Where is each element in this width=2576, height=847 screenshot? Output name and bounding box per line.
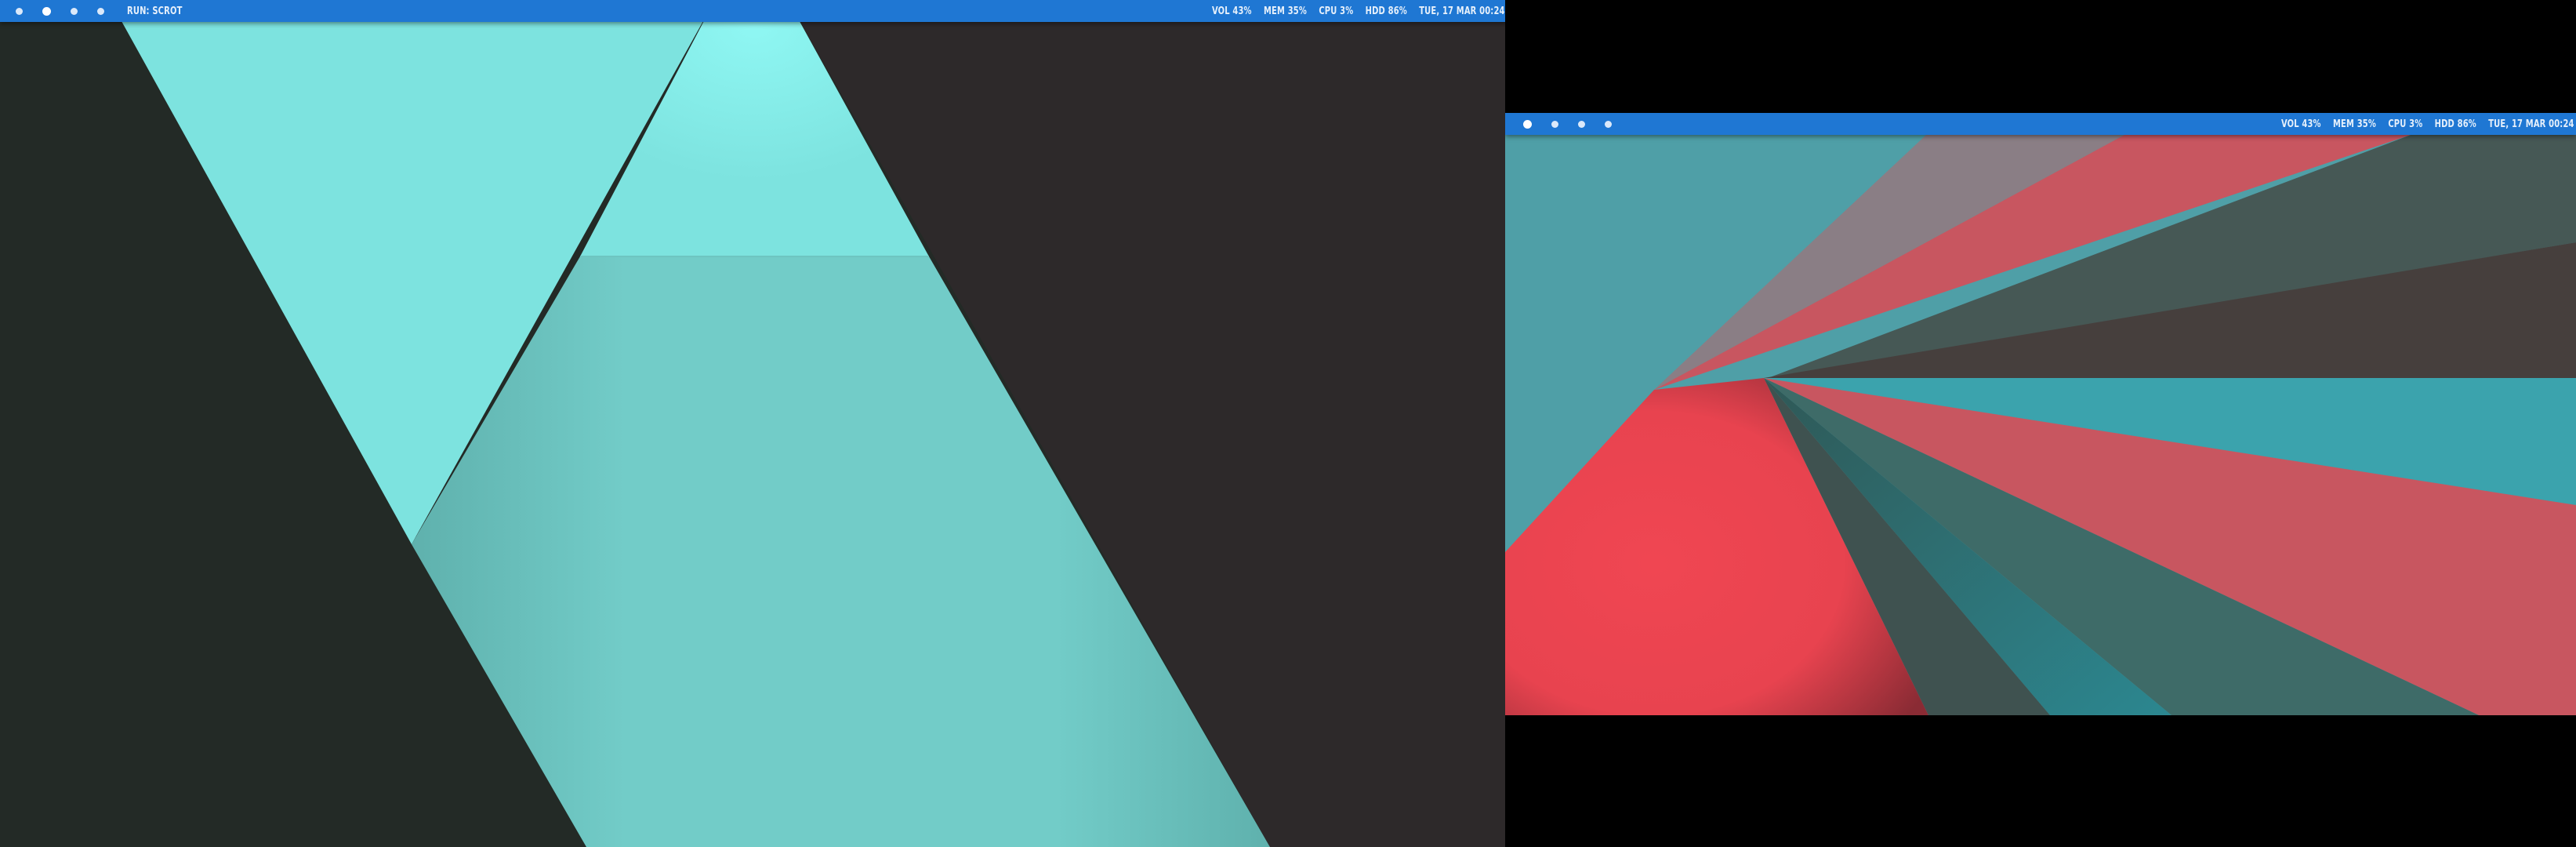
workspace-1-button[interactable] (1523, 119, 1532, 129)
right-wallpaper (1505, 113, 2576, 715)
left-wallpaper (0, 0, 1505, 847)
workspace-1-button[interactable] (16, 7, 23, 15)
workspace-2-button[interactable] (42, 6, 51, 16)
system-stats: VOL 43% MEM 35% CPU 3% HDD 86% TUE, 17 M… (2269, 113, 2574, 135)
volume-indicator[interactable]: VOL 43% (1212, 5, 1252, 17)
clock[interactable]: TUE, 17 MAR 00:24 (1420, 5, 1505, 17)
workspace-3-button[interactable] (1578, 120, 1585, 128)
workspace-4-button[interactable] (1605, 120, 1612, 128)
workspace-2-button[interactable] (1551, 120, 1558, 128)
right-screen: VOL 43% MEM 35% CPU 3% HDD 86% TUE, 17 M… (1505, 113, 2576, 715)
workspace-switcher (1523, 119, 1631, 129)
memory-indicator: MEM 35% (1264, 5, 1308, 17)
memory-indicator: MEM 35% (2333, 118, 2377, 130)
workspace-switcher (16, 6, 124, 16)
clock[interactable]: TUE, 17 MAR 00:24 (2489, 118, 2574, 130)
system-stats: VOL 43% MEM 35% CPU 3% HDD 86% TUE, 17 M… (1200, 0, 1505, 22)
cpu-indicator: CPU 3% (1319, 5, 1354, 17)
workspace-3-button[interactable] (71, 7, 78, 15)
left-status-bar: RUN: SCROT VOL 43% MEM 35% CPU 3% HDD 86… (0, 0, 1505, 22)
run-command-label: RUN: SCROT (127, 5, 183, 17)
workspace-4-button[interactable] (97, 7, 104, 15)
cpu-indicator: CPU 3% (2388, 118, 2423, 130)
disk-indicator: HDD 86% (2434, 118, 2477, 130)
left-screen: RUN: SCROT VOL 43% MEM 35% CPU 3% HDD 86… (0, 0, 1505, 847)
disk-indicator: HDD 86% (1365, 5, 1408, 17)
volume-indicator[interactable]: VOL 43% (2281, 118, 2321, 130)
right-status-bar: VOL 43% MEM 35% CPU 3% HDD 86% TUE, 17 M… (1505, 113, 2576, 135)
